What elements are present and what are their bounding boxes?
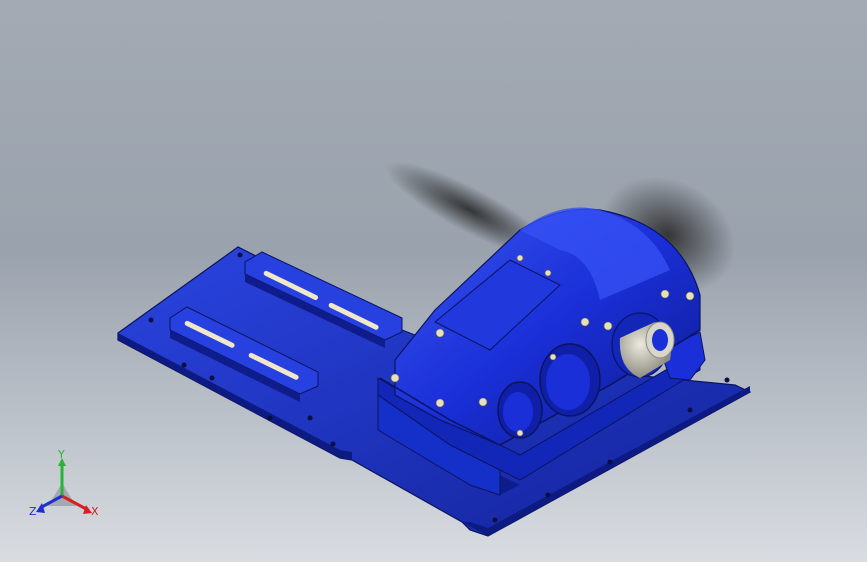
graphics-viewport[interactable]: Y Z X [0, 0, 867, 562]
gearbox[interactable] [377, 207, 706, 496]
triad-x-label: X [91, 505, 99, 518]
triad-y-label: Y [57, 448, 65, 461]
coordinate-triad: Y Z X [29, 448, 99, 518]
output-shaft[interactable] [611, 312, 675, 378]
triad-z-label: Z [29, 505, 37, 518]
model-scene[interactable]: Y Z X [0, 0, 867, 562]
bearing-cover-large[interactable] [539, 343, 601, 417]
bearing-cover-small[interactable] [497, 381, 543, 439]
